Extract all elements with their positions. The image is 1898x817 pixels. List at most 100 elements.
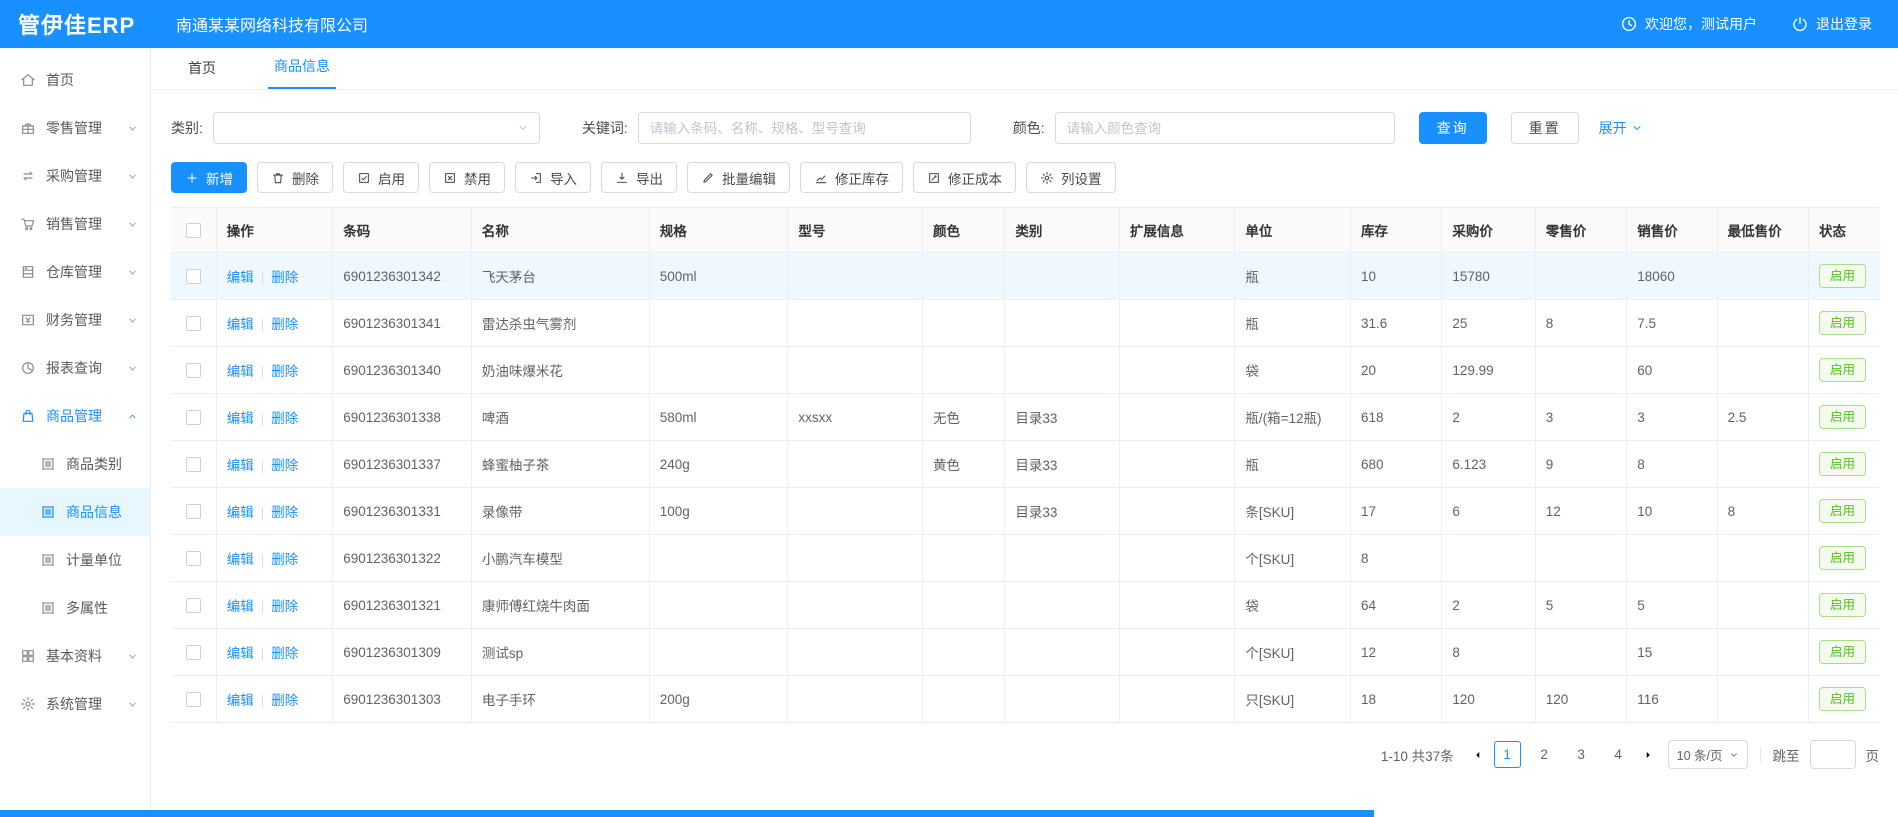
delete-link[interactable]: 删除 [271,693,298,708]
status-badge: 启用 [1819,358,1866,382]
delete-link[interactable]: 删除 [271,599,298,614]
row-checkbox[interactable] [186,645,201,660]
cell-purchase: 6.123 [1442,441,1535,488]
tab-home[interactable]: 首页 [182,58,222,89]
cell-retail: 120 [1535,676,1626,723]
edit-link[interactable]: 编辑 [227,505,254,520]
tab-goods-info[interactable]: 商品信息 [268,56,336,89]
cell-unit: 袋 [1235,347,1351,394]
sidebar-item-goods-info[interactable]: 商品信息 [0,488,150,536]
sidebar-item-goods-category[interactable]: 商品类别 [0,440,150,488]
edit-link[interactable]: 编辑 [227,458,254,473]
import-button[interactable]: 导入 [515,162,591,193]
cell-actions: 编辑|删除 [216,535,333,582]
cell-status: 启用 [1809,347,1880,394]
column-header: 扩展信息 [1119,208,1235,253]
delete-link[interactable]: 删除 [271,270,298,285]
sidebar-item-goods[interactable]: 商品管理 [0,392,150,440]
grid-icon [20,648,36,664]
fix-stock-button[interactable]: 修正库存 [800,162,903,193]
sidebar-item-multi-attr[interactable]: 多属性 [0,584,150,632]
export-button[interactable]: 导出 [601,162,677,193]
keyword-input[interactable] [638,112,971,144]
jump-page-input[interactable] [1810,740,1856,769]
list-icon [40,504,56,520]
row-checkbox[interactable] [186,598,201,613]
edit-link[interactable]: 编辑 [227,317,254,332]
edit-link[interactable]: 编辑 [227,646,254,661]
query-button[interactable]: 查询 [1419,112,1487,144]
enable-button[interactable]: 启用 [343,162,419,193]
add-button[interactable]: 新增 [171,162,247,193]
disable-button[interactable]: 禁用 [429,162,505,193]
prev-page-button[interactable] [1472,749,1484,761]
button-label: 批量编辑 [722,168,776,188]
delete-link[interactable]: 删除 [271,364,298,379]
column-header: 零售价 [1535,208,1626,253]
delete-link[interactable]: 删除 [271,411,298,426]
sidebar-item-warehouse[interactable]: 仓库管理 [0,248,150,296]
column-header: 操作 [216,208,333,253]
sidebar-item-measure-unit[interactable]: 计量单位 [0,536,150,584]
sidebar-item-retail[interactable]: 零售管理 [0,104,150,152]
row-checkbox[interactable] [186,269,201,284]
row-checkbox[interactable] [186,457,201,472]
row-checkbox[interactable] [186,504,201,519]
edit-link[interactable]: 编辑 [227,270,254,285]
delete-link[interactable]: 删除 [271,646,298,661]
page-number-4[interactable]: 4 [1605,741,1632,768]
category-select[interactable] [213,112,540,144]
button-label: 导出 [636,168,663,188]
sidebar-item-sales[interactable]: 销售管理 [0,200,150,248]
delete-link[interactable]: 删除 [271,458,298,473]
horizontal-scrollbar-thumb[interactable] [0,810,1374,817]
color-input[interactable] [1055,112,1395,144]
page-size-select[interactable]: 10 条/页 [1668,740,1748,769]
sidebar-item-finance[interactable]: 财务管理 [0,296,150,344]
row-checkbox[interactable] [186,363,201,378]
reset-button[interactable]: 重置 [1511,112,1579,144]
fix-cost-button[interactable]: 修正成本 [913,162,1016,193]
edit-link[interactable]: 编辑 [227,552,254,567]
sidebar: 首页零售管理采购管理销售管理仓库管理财务管理报表查询商品管理商品类别商品信息计量… [0,48,151,817]
logout-button[interactable]: 退出登录 [1791,14,1872,34]
select-all-checkbox[interactable] [186,223,201,238]
page-number-2[interactable]: 2 [1531,741,1558,768]
sidebar-item-system[interactable]: 系统管理 [0,680,150,728]
action-separator: | [261,693,265,708]
chevron-down-icon [127,171,138,182]
row-checkbox[interactable] [186,551,201,566]
cell-barcode: 6901236301321 [333,582,472,629]
page-size-value: 10 条/页 [1677,745,1723,764]
sidebar-item-report[interactable]: 报表查询 [0,344,150,392]
delete-link[interactable]: 删除 [271,552,298,567]
edit-link[interactable]: 编辑 [227,599,254,614]
status-badge: 启用 [1819,687,1866,711]
edit-link[interactable]: 编辑 [227,693,254,708]
cell-ext [1119,441,1235,488]
batch-edit-button[interactable]: 批量编辑 [687,162,790,193]
column-settings-button[interactable]: 列设置 [1026,162,1116,193]
welcome-user[interactable]: 欢迎您，测试用户 [1620,14,1757,34]
page-number-3[interactable]: 3 [1568,741,1595,768]
row-checkbox[interactable] [186,692,201,707]
expand-button[interactable]: 展开 [1599,118,1643,138]
row-checkbox[interactable] [186,316,201,331]
next-page-button[interactable] [1642,749,1654,761]
delete-button[interactable]: 删除 [257,162,333,193]
sidebar-item-label: 采购管理 [46,166,102,186]
logout-text: 退出登录 [1816,14,1872,34]
edit-link[interactable]: 编辑 [227,411,254,426]
delete-link[interactable]: 删除 [271,317,298,332]
sidebar-item-label: 多属性 [66,598,108,618]
page-number-1[interactable]: 1 [1494,741,1521,768]
trash-icon [271,171,285,185]
row-checkbox[interactable] [186,410,201,425]
expand-label: 展开 [1599,118,1627,138]
sidebar-item-home[interactable]: 首页 [0,56,150,104]
edit-link[interactable]: 编辑 [227,364,254,379]
sidebar-item-purchase[interactable]: 采购管理 [0,152,150,200]
delete-link[interactable]: 删除 [271,505,298,520]
sidebar-item-basic-data[interactable]: 基本资料 [0,632,150,680]
sidebar-item-label: 系统管理 [46,694,102,714]
